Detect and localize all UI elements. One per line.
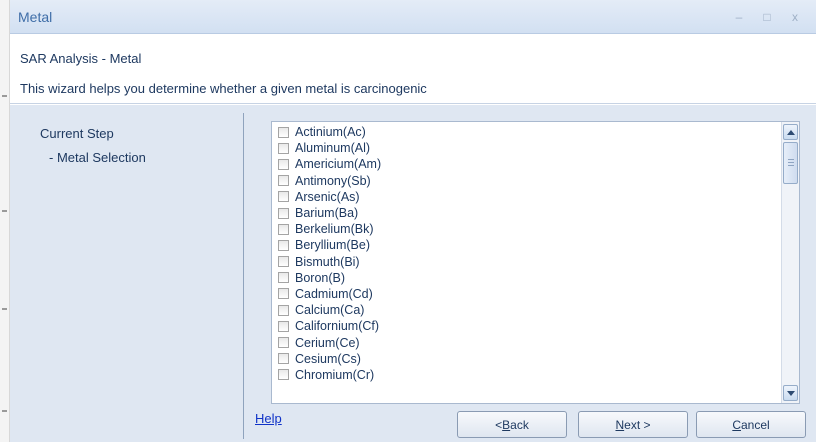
back-button[interactable]: < Back (457, 411, 567, 438)
metal-list-item[interactable]: Californium(Cf) (278, 318, 381, 334)
back-access-key: B (502, 417, 511, 432)
help-link[interactable]: Help (255, 411, 282, 426)
metal-label: Berkelium(Bk) (295, 222, 374, 237)
metal-wizard-window: Metal – □ x SAR Analysis - Metal This wi… (10, 0, 816, 442)
panel-divider (243, 113, 244, 439)
metal-list-item[interactable]: Cerium(Ce) (278, 334, 381, 350)
metal-list-item[interactable]: Boron(B) (278, 270, 381, 286)
metal-checkbox[interactable] (278, 256, 289, 268)
metal-checkbox[interactable] (278, 304, 289, 316)
scroll-down-button[interactable] (783, 385, 798, 401)
metal-label: Cesium(Cs) (295, 351, 361, 366)
metal-list-item[interactable]: Barium(Ba) (278, 205, 381, 221)
wizard-description: This wizard helps you determine whether … (20, 81, 427, 96)
metal-checklist-items: Actinium(Ac) Aluminum(Al) Americium(Am) Ant… (278, 124, 381, 383)
metal-label: Arsenic(As) (295, 189, 360, 204)
cancel-button[interactable]: Cancel (696, 411, 806, 438)
metal-label: Chromium(Cr) (295, 367, 375, 382)
cancel-access-key: C (732, 417, 741, 432)
metal-checkbox[interactable] (278, 191, 289, 203)
grip-line (788, 162, 794, 163)
metal-list-item[interactable]: Cadmium(Cd) (278, 286, 381, 302)
metal-checkbox[interactable] (278, 175, 289, 187)
background-tick (2, 95, 7, 97)
metal-list-item[interactable]: Chromium(Cr) (278, 367, 381, 383)
metal-list-item[interactable]: Bismuth(Bi) (278, 254, 381, 270)
metal-label: Cadmium(Cd) (295, 286, 373, 301)
metal-checkbox[interactable] (278, 142, 289, 154)
wizard-title: SAR Analysis - Metal (20, 51, 142, 66)
metal-label: Californium(Cf) (295, 319, 380, 334)
next-label-rest: ext > (624, 417, 651, 432)
metal-checkbox[interactable] (278, 369, 289, 381)
background-tick (2, 308, 7, 310)
grip-line (788, 165, 794, 166)
scroll-thumb[interactable] (783, 142, 798, 184)
next-access-key: N (615, 417, 625, 432)
cancel-label-rest: ancel (740, 417, 770, 432)
metal-checkbox[interactable] (278, 320, 289, 332)
metal-list-item[interactable]: Cesium(Cs) (278, 351, 381, 367)
metal-list-item[interactable]: Arsenic(As) (278, 189, 381, 205)
back-label-rest: ack (510, 417, 529, 432)
window-title: Metal (18, 9, 53, 25)
metal-list-item[interactable]: Calcium(Ca) (278, 302, 381, 318)
metal-label: Actinium(Ac) (295, 125, 366, 140)
background-window-strip (0, 0, 10, 442)
metal-label: Beryllium(Be) (295, 238, 371, 253)
metal-label: Barium(Ba) (295, 206, 359, 221)
background-tick (2, 210, 7, 212)
wizard-header: SAR Analysis - Metal This wizard helps y… (10, 34, 816, 104)
metal-label: Antimony(Sb) (295, 173, 371, 188)
vertical-scrollbar[interactable] (781, 122, 799, 403)
metal-label: Bismuth(Bi) (295, 254, 360, 269)
metal-list-item[interactable]: Americium(Am) (278, 156, 381, 172)
chevron-down-icon (787, 391, 795, 396)
metal-label: Aluminum(Al) (295, 141, 371, 156)
back-prefix: < (495, 417, 503, 432)
steps-title: Current Step (40, 126, 114, 141)
metal-checkbox[interactable] (278, 239, 289, 251)
close-icon[interactable]: x (786, 10, 804, 24)
minimize-icon[interactable]: – (730, 10, 748, 24)
metal-checkbox[interactable] (278, 158, 289, 170)
metal-label: Cerium(Ce) (295, 335, 360, 350)
metal-checklist[interactable]: Actinium(Ac) Aluminum(Al) Americium(Am) Ant… (271, 121, 800, 404)
metal-label: Calcium(Ca) (295, 303, 365, 318)
metal-list-item[interactable]: Aluminum(Al) (278, 140, 381, 156)
metal-list-item[interactable]: Berkelium(Bk) (278, 221, 381, 237)
next-button[interactable]: Next > (578, 411, 688, 438)
metal-label: Boron(B) (295, 270, 346, 285)
wizard-body: Current Step - Metal Selection Actinium(… (10, 105, 816, 442)
metal-list-item[interactable]: Antimony(Sb) (278, 173, 381, 189)
maximize-icon[interactable]: □ (758, 10, 776, 24)
metal-label: Americium(Am) (295, 157, 382, 172)
grip-line (788, 159, 794, 160)
metal-list-item[interactable]: Beryllium(Be) (278, 237, 381, 253)
scroll-up-button[interactable] (783, 124, 798, 140)
metal-checkbox[interactable] (278, 223, 289, 235)
chevron-up-icon (787, 130, 795, 135)
metal-checkbox[interactable] (278, 207, 289, 219)
metal-checkbox[interactable] (278, 353, 289, 365)
metal-checkbox[interactable] (278, 288, 289, 300)
metal-checkbox[interactable] (278, 126, 289, 138)
title-bar[interactable]: Metal – □ x (10, 0, 816, 34)
step-metal-selection: - Metal Selection (49, 150, 146, 165)
metal-checkbox[interactable] (278, 337, 289, 349)
metal-checkbox[interactable] (278, 272, 289, 284)
background-tick (2, 410, 7, 412)
metal-list-item[interactable]: Actinium(Ac) (278, 124, 381, 140)
